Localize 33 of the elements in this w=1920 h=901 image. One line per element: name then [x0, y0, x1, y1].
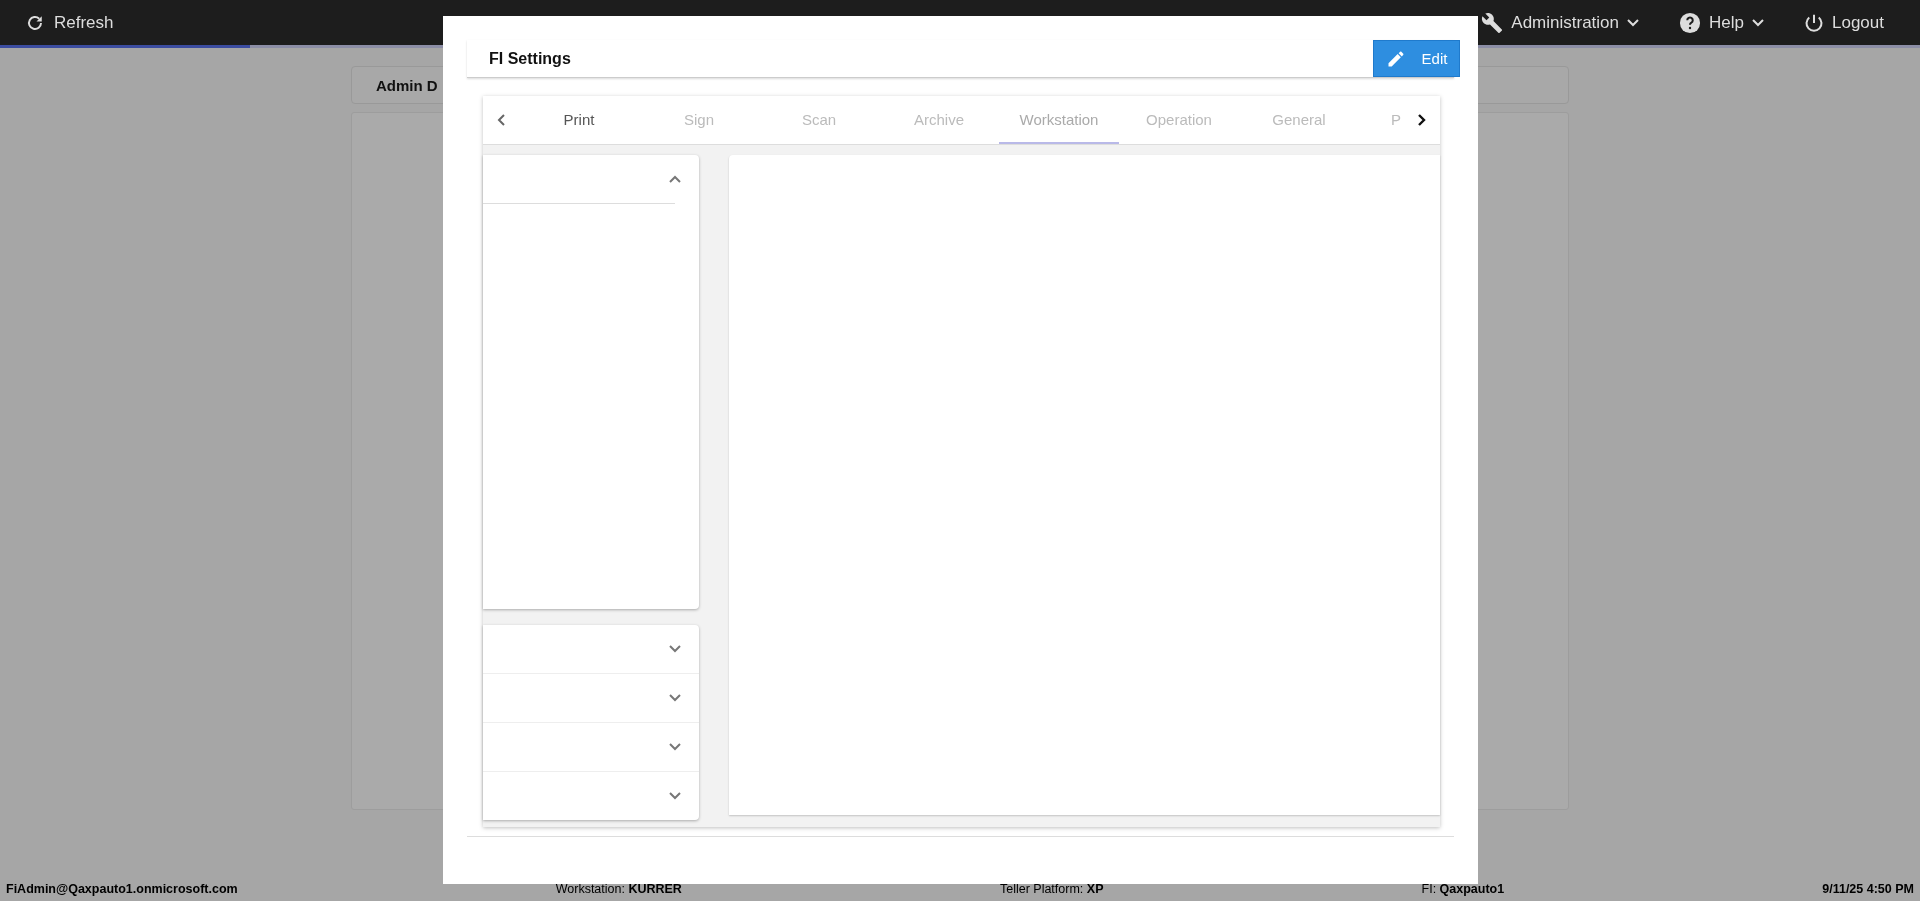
- chevron-down-icon: [669, 645, 681, 653]
- tab[interactable]: Archive: [879, 96, 999, 144]
- status-text: 9/11/25 4:50 PM: [1822, 882, 1914, 896]
- caret-icon: [1627, 18, 1640, 27]
- help-menu[interactable]: Help: [1679, 11, 1764, 34]
- chevron-down-icon: [669, 792, 681, 800]
- chevron-up-icon: [669, 175, 681, 183]
- tab[interactable]: Operation: [1119, 96, 1239, 144]
- wrench-icon: [1481, 11, 1504, 34]
- tab[interactable]: Workstation: [999, 96, 1119, 144]
- power-icon: [1804, 12, 1824, 33]
- refresh-button[interactable]: Refresh: [26, 12, 114, 33]
- chevron-right-icon: [1418, 114, 1426, 126]
- tab[interactable]: Sign: [639, 96, 759, 144]
- admin-menu[interactable]: Administration: [1481, 11, 1640, 34]
- status-text: FI: Qaxpauto1: [1421, 882, 1505, 896]
- chevron-left-icon: [497, 114, 505, 126]
- page-title: Admin D: [376, 76, 438, 94]
- chevron-down-icon: [669, 743, 681, 751]
- help-icon: [1679, 11, 1702, 34]
- tab[interactable]: P: [1359, 96, 1403, 144]
- caret-icon: [1752, 18, 1764, 27]
- dialog-title: FI Settings: [489, 49, 571, 68]
- edit-button[interactable]: Edit: [1373, 40, 1460, 77]
- logout-menu[interactable]: Logout: [1804, 11, 1884, 34]
- status-text: FiAdmin@Qaxpauto1.onmicrosoft.com: [6, 882, 238, 896]
- tab[interactable]: Scan: [759, 96, 879, 144]
- refresh-icon: [26, 13, 44, 32]
- tab[interactable]: General: [1239, 96, 1359, 144]
- chevron-down-icon: [669, 694, 681, 702]
- status-text: Workstation: KURRER: [555, 882, 682, 896]
- tab[interactable]: Print: [519, 96, 639, 144]
- status-text: Teller Platform: XP: [999, 882, 1104, 896]
